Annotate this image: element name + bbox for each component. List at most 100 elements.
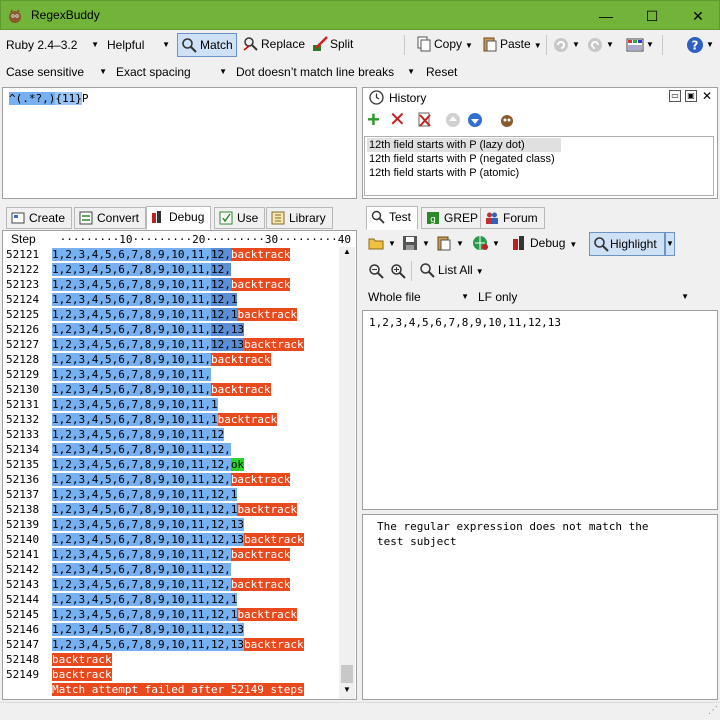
history-title: History bbox=[389, 91, 427, 105]
step-number: 52140 bbox=[6, 533, 40, 546]
step-number: 52134 bbox=[6, 443, 40, 456]
open-folder-icon[interactable] bbox=[368, 235, 384, 251]
matched-text: 1,2,3,4,5,6,7,8,9,10,11,12,13 bbox=[52, 518, 245, 531]
chevron-down-icon[interactable]: ▼ bbox=[572, 40, 580, 49]
web-page-icon[interactable] bbox=[472, 235, 490, 251]
scroll-up-icon[interactable]: ▲ bbox=[343, 247, 351, 256]
dot-mode-select[interactable]: Dot doesn’t match line breaks ▼ bbox=[232, 61, 418, 83]
list-all-button[interactable]: List All ▼ bbox=[416, 259, 486, 283]
history-item[interactable]: 12th field starts with P (lazy dot) bbox=[367, 138, 561, 152]
history-item[interactable]: 12th field starts with P (atomic) bbox=[367, 166, 519, 180]
line-break-select[interactable]: LF only ▼ bbox=[474, 286, 692, 308]
delete-all-icon[interactable] bbox=[417, 112, 433, 128]
test-options-row: Whole file ▼ LF only ▼ bbox=[362, 285, 718, 309]
highlight-button[interactable]: Highlight bbox=[589, 232, 665, 256]
step-number: 52141 bbox=[6, 548, 40, 561]
debug-button[interactable]: Debug ▼ bbox=[508, 232, 586, 256]
move-up-icon[interactable] bbox=[445, 112, 461, 128]
regex-editor[interactable]: ^(.*?,){11}P bbox=[2, 87, 357, 199]
zoom-out-icon[interactable] bbox=[368, 263, 384, 279]
maximize-button[interactable]: ☐ bbox=[629, 1, 675, 31]
step-number: 52124 bbox=[6, 293, 40, 306]
helpful-select[interactable]: Helpful ▼ bbox=[103, 34, 173, 56]
step-number: 52148 bbox=[6, 653, 40, 666]
add-icon[interactable]: + bbox=[367, 109, 380, 131]
undo-icon[interactable] bbox=[553, 37, 569, 53]
flavor-select[interactable]: Ruby 2.4–3.2 ▼ bbox=[2, 34, 102, 56]
redo-icon[interactable] bbox=[587, 37, 603, 53]
matched-text: 1,2,3,4,5,6,7,8,9,10,11, bbox=[52, 368, 211, 381]
debug-step-row: 52123 1,2,3,4,5,6,7,8,9,10,11,12,backtrac… bbox=[6, 277, 291, 292]
tab-forum[interactable]: Forum bbox=[480, 207, 545, 229]
test-navigation-toolbar: List All ▼ bbox=[362, 258, 718, 284]
magnifier-icon bbox=[182, 38, 197, 53]
step-number: 52125 bbox=[6, 308, 40, 321]
close-panel-icon[interactable]: ✕ bbox=[702, 89, 712, 103]
chevron-down-icon[interactable]: ▼ bbox=[388, 239, 396, 248]
float-panel-icon[interactable]: ▭ bbox=[669, 90, 681, 102]
layout-grid-icon[interactable] bbox=[626, 37, 644, 53]
spacing-select[interactable]: Exact spacing ▼ bbox=[112, 61, 230, 83]
paste-button[interactable]: Paste ▼ bbox=[480, 33, 542, 57]
highlight-dropdown[interactable]: ▼ bbox=[665, 232, 675, 256]
tab-label: GREP bbox=[444, 211, 479, 225]
history-item[interactable]: 12th field starts with P (negated class) bbox=[367, 152, 555, 166]
tab-library[interactable]: Library bbox=[266, 207, 333, 229]
column-ruler: ·········10·········20·········30·······… bbox=[53, 233, 352, 246]
close-button[interactable]: ✕ bbox=[675, 1, 720, 31]
step-number: 52149 bbox=[6, 668, 40, 681]
regexbuddy-mascot-icon[interactable] bbox=[499, 112, 515, 128]
scrollbar-thumb[interactable] bbox=[341, 665, 353, 683]
match-button[interactable]: Match bbox=[177, 33, 237, 57]
replace-label: Replace bbox=[261, 37, 306, 51]
chevron-down-icon[interactable]: ▼ bbox=[606, 40, 614, 49]
chevron-down-icon[interactable]: ▼ bbox=[706, 40, 714, 49]
reset-button[interactable]: Reset bbox=[422, 61, 462, 83]
svg-text:g: g bbox=[430, 215, 436, 225]
debug-step-row: 52122 1,2,3,4,5,6,7,8,9,10,11,12, bbox=[6, 262, 231, 277]
step-number: 52143 bbox=[6, 578, 40, 591]
copy-button[interactable]: Copy ▼ bbox=[414, 33, 476, 57]
scope-select[interactable]: Whole file ▼ bbox=[364, 286, 472, 308]
chevron-down-icon[interactable]: ▼ bbox=[492, 239, 500, 248]
case-sensitivity-select[interactable]: Case sensitive ▼ bbox=[2, 61, 110, 83]
chevron-down-icon[interactable]: ▼ bbox=[456, 239, 464, 248]
tab-create[interactable]: Create bbox=[6, 207, 73, 229]
matched-text: 1,2,3,4,5,6,7,8,9,10,11,12,13 bbox=[52, 623, 245, 636]
debug-step-row: 52128 1,2,3,4,5,6,7,8,9,10,11,backtrack bbox=[6, 352, 271, 367]
maximize-panel-icon[interactable]: ▣ bbox=[685, 90, 697, 102]
tab-debug[interactable]: Debug bbox=[146, 206, 212, 230]
help-icon[interactable]: ? bbox=[686, 36, 704, 54]
scroll-down-icon[interactable]: ▼ bbox=[343, 685, 351, 694]
group-text: 12,1 bbox=[210, 308, 238, 321]
history-list[interactable]: 12th field starts with P (lazy dot) 12th… bbox=[364, 136, 714, 196]
tab-label: Test bbox=[389, 210, 412, 224]
chevron-down-icon[interactable]: ▼ bbox=[646, 40, 654, 49]
regex-group: ^(.*?,) bbox=[9, 92, 56, 105]
backtrack-marker: backtrack bbox=[217, 413, 278, 426]
step-number: 52123 bbox=[6, 278, 40, 291]
tab-convert[interactable]: Convert bbox=[74, 207, 147, 229]
test-subject-editor[interactable]: 1,2,3,4,5,6,7,8,9,10,11,12,13 bbox=[362, 310, 718, 510]
resize-grip-icon[interactable]: ⋰ bbox=[708, 705, 718, 716]
chevron-down-icon: ▼ bbox=[681, 292, 689, 301]
step-number: 52122 bbox=[6, 263, 40, 276]
chevron-down-icon: ▼ bbox=[569, 240, 578, 249]
minimize-button[interactable]: — bbox=[583, 1, 629, 31]
debug-scrollbar[interactable]: ▲ ▼ bbox=[339, 247, 355, 699]
split-button[interactable]: Split bbox=[310, 33, 360, 57]
debug-step-row: 52129 1,2,3,4,5,6,7,8,9,10,11, bbox=[6, 367, 211, 382]
save-icon[interactable] bbox=[402, 235, 418, 251]
tab-use[interactable]: Use bbox=[214, 207, 266, 229]
paste-test-icon[interactable] bbox=[436, 235, 452, 251]
move-down-icon[interactable] bbox=[467, 112, 483, 128]
step-number: 52146 bbox=[6, 623, 40, 636]
match-failed-message: Match attempt failed after 52149 steps bbox=[52, 683, 304, 696]
replace-button[interactable]: Replace bbox=[241, 33, 307, 57]
zoom-in-icon[interactable] bbox=[390, 263, 406, 279]
tab-test[interactable]: Test bbox=[366, 206, 419, 230]
chevron-down-icon[interactable]: ▼ bbox=[422, 239, 430, 248]
debug-step-row: Match attempt failed after 52149 steps bbox=[6, 682, 304, 697]
tab-grep[interactable]: g GREP bbox=[421, 207, 486, 229]
delete-icon[interactable]: ✕ bbox=[389, 109, 406, 131]
